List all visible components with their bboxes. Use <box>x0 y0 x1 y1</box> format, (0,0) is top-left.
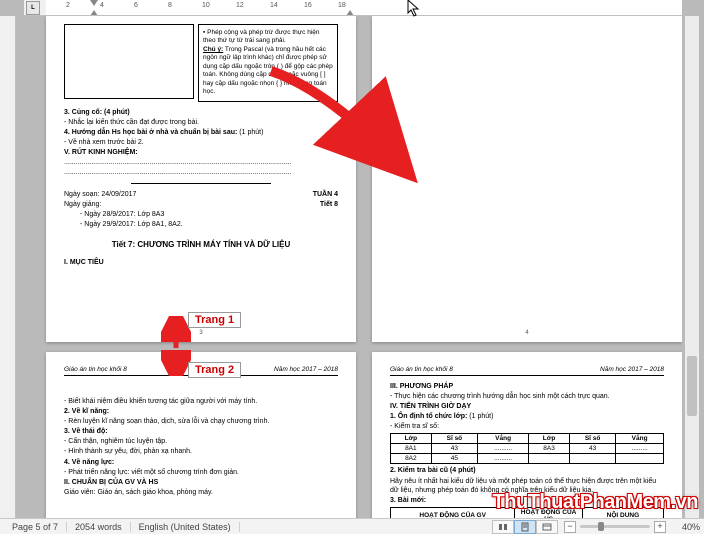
dots-line: ........................................… <box>64 168 338 177</box>
lesson-title: Tiết 7: CHƯƠNG TRÌNH MÁY TÍNH VÀ DỮ LIỆU <box>64 240 338 250</box>
body-line: - Hình thành sự yêu, đời, phản xạ nhanh. <box>64 447 338 456</box>
section-4-heading: 4. Hướng dẫn Hs học bài ở nhà và chuẩn b… <box>64 129 237 136</box>
th: Vắng <box>478 434 529 444</box>
week-label: TUẦN 4 <box>313 190 338 199</box>
ruler-scale[interactable]: 2 4 6 8 10 12 14 16 18 <box>46 0 682 15</box>
annotation-label-trang2: Trang 2 <box>188 362 241 378</box>
print-layout-button[interactable] <box>514 520 536 534</box>
subheading: 2. Kiểm tra bài cũ (4 phút) <box>390 466 664 475</box>
annotation-label-trang1: Trang 1 <box>188 312 241 328</box>
section-ii-heading: II. CHUẨN BỊ CỦA GV VÀ HS <box>64 478 338 487</box>
tab-selector[interactable]: L <box>26 1 40 15</box>
ruler-num: 18 <box>338 2 346 9</box>
table-row: 8A143.......... 8A343......... <box>391 444 664 454</box>
th: Sĩ số <box>431 434 477 444</box>
th: Vắng <box>616 434 664 444</box>
time-label: (1 phút) <box>469 413 493 420</box>
horizontal-ruler[interactable]: L 2 4 6 8 10 12 14 16 18 <box>24 0 682 16</box>
zoom-control: − + 40% <box>564 521 700 533</box>
ruler-num: 8 <box>168 2 172 9</box>
ruler-num: 2 <box>66 2 70 9</box>
view-mode-buttons <box>492 520 558 534</box>
header-right: Năm học 2017 – 2018 <box>600 366 664 373</box>
date-teach: Ngày giảng: <box>64 200 101 209</box>
header-left: Giáo án tin học khối 8 <box>64 366 127 373</box>
subheading: 3. Về thái độ: <box>64 427 338 436</box>
zoom-out-button[interactable]: − <box>564 521 576 533</box>
section-5-heading: V. RÚT KINH NGHIỆM: <box>64 148 338 157</box>
date-compose: Ngày soạn: 24/09/2017 <box>64 190 136 199</box>
body-line: Giáo viên: Giáo án, sách giáo khoa, phòn… <box>64 488 338 497</box>
muc-tieu-heading: I. MỤC TIÊU <box>64 258 338 267</box>
body-line: - Cẩn thận, nghiêm túc luyện tập. <box>64 437 338 446</box>
page-number: 4 <box>372 330 682 336</box>
subheading: 1. Ổn định tổ chức lớp: <box>390 413 467 420</box>
period-label: Tiết 8 <box>320 200 338 209</box>
document-workspace[interactable]: ▪ Phép cộng và phép trừ được thực hiện t… <box>16 16 682 518</box>
web-layout-button[interactable] <box>536 520 558 534</box>
page-number: 3 <box>46 330 356 336</box>
empty-cell-box <box>64 24 194 99</box>
vertical-ruler[interactable] <box>0 16 16 518</box>
zoom-slider[interactable] <box>580 525 650 528</box>
status-page[interactable]: Page 5 of 7 <box>4 522 67 532</box>
note-box: ▪ Phép cộng và phép trừ được thực hiện t… <box>198 24 338 102</box>
zoom-slider-knob[interactable] <box>598 522 604 531</box>
th: Lớp <box>391 434 432 444</box>
chu-y-text: Trong Pascal (và trong hầu hết các ngôn … <box>203 46 333 95</box>
indent-marker-top[interactable] <box>90 0 98 6</box>
subheading: 4. Về năng lực: <box>64 458 338 467</box>
section-iv-heading: IV. TIẾN TRÌNH GIỜ DẠY <box>390 402 664 411</box>
section-4-line: - Về nhà xem trước bài 2. <box>64 138 338 147</box>
th: Sĩ số <box>569 434 615 444</box>
status-bar: Page 5 of 7 2054 words English (United S… <box>0 518 704 534</box>
page-4[interactable]: 4 <box>372 16 682 342</box>
status-word-count[interactable]: 2054 words <box>67 522 131 532</box>
subheading: 2. Về kĩ năng: <box>64 407 338 416</box>
body-line: - Thực hiện các chương trình hướng dẫn h… <box>390 392 664 401</box>
zoom-percent[interactable]: 40% <box>670 522 700 532</box>
header-left: Giáo án tin học khối 8 <box>390 366 453 373</box>
class-line: - Ngày 28/9/2017: Lớp 8A3 <box>64 210 338 219</box>
body-line: - Rèn luyện kĩ năng soạn thảo, dịch, sửa… <box>64 417 338 426</box>
status-language[interactable]: English (United States) <box>131 522 240 532</box>
separator <box>131 183 271 184</box>
vertical-scrollbar[interactable] <box>685 16 699 518</box>
chu-y-label: Chú ý: <box>203 46 223 53</box>
section-3-line: - Nhắc lại kiến thức cần đạt được trong … <box>64 118 338 127</box>
watermark-logo: ThuThuatPhanMem.vn <box>493 491 698 514</box>
body-line: - Biết khái niệm điều khiển tương tác gi… <box>64 397 338 406</box>
attendance-table: Lớp Sĩ số Vắng Lớp Sĩ số Vắng 8A143.....… <box>390 433 664 464</box>
ruler-num: 16 <box>304 2 312 9</box>
ruler-num: 10 <box>202 2 210 9</box>
ruler-num: 6 <box>134 2 138 9</box>
section-3-heading: 3. Củng cố: (4 phút) <box>64 109 130 116</box>
body-line: - Kiểm tra sĩ số: <box>390 422 664 431</box>
th: Lớp <box>529 434 570 444</box>
header-right: Năm học 2017 – 2018 <box>274 366 338 373</box>
bullet-text: Phép cộng và phép trừ được thực hiện the… <box>203 29 319 44</box>
section-iii-heading: III. PHƯƠNG PHÁP <box>390 382 664 391</box>
zoom-in-button[interactable]: + <box>654 521 666 533</box>
class-line: - Ngày 29/9/2017: Lớp 8A1, 8A2. <box>64 220 338 229</box>
page-3[interactable]: ▪ Phép cộng và phép trừ được thực hiện t… <box>46 16 356 342</box>
ruler-num: 12 <box>236 2 244 9</box>
read-mode-button[interactable] <box>492 520 514 534</box>
dots-line: ........................................… <box>64 158 338 167</box>
scrollbar-thumb[interactable] <box>687 356 697 416</box>
ruler-num: 4 <box>100 2 104 9</box>
table-row: 8A245.......... <box>391 454 664 464</box>
body-line: - Phát triển năng lực: viết một số chươn… <box>64 468 338 477</box>
ruler-num: 14 <box>270 2 278 9</box>
section-4-time: (1 phút) <box>239 129 263 136</box>
